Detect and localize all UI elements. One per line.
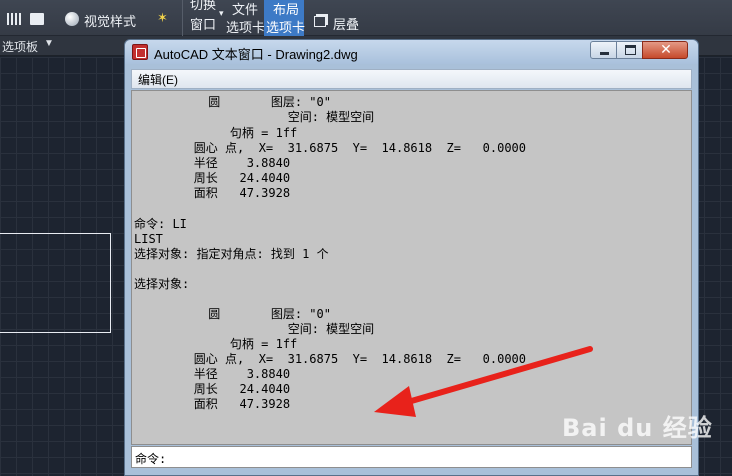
history-line: 半径 3.8840 [136,367,291,381]
visual-style-icon[interactable] [65,12,79,26]
window-title: AutoCAD 文本窗口 - Drawing2.dwg [154,47,358,62]
history-line: 空间: 模型空间 [136,110,375,124]
ribbon-file-tab[interactable]: 选项卡 [226,17,265,36]
ribbon-window[interactable]: 窗口 [190,14,216,33]
palette-label[interactable]: 选项板 [2,38,38,55]
ribbon-switch[interactable]: 切换 [190,0,216,13]
watermark-text: Bai du 经验 [562,414,713,442]
save-icon[interactable] [30,13,44,25]
cascade-icon[interactable] [314,16,326,27]
sparkle-icon[interactable]: ✶ [157,11,171,25]
history-line: 空间: 模型空间 [136,322,375,336]
menu-edit[interactable]: 编辑(E) [138,71,178,88]
baidu-watermark: Bai du 经验 jingyan.baidu.com [560,398,730,476]
ribbon-visual-style[interactable]: 视觉样式 [84,11,136,30]
history-line: 命令: LI [134,217,187,231]
close-icon: ✕ [660,42,672,58]
minimize-button[interactable] [590,41,617,59]
ribbon: 视觉样式 ✶ 切换 窗口 ▾ 文件 选项卡 布局 选项卡 层叠 [0,0,732,36]
history-line: 圆 图层: "0" [136,307,331,321]
minimize-icon [600,52,609,55]
close-button[interactable]: ✕ [642,41,688,59]
ribbon-layout: 布局 [273,2,300,17]
maximize-button[interactable] [616,41,643,59]
ribbon-separator [182,0,183,36]
command-prompt: 命令: [135,452,167,466]
history-line: 圆心 点, X= 31.6875 Y= 14.8618 Z= 0.0000 [136,352,527,366]
ribbon-layout-tab[interactable]: 布局 选项卡 [264,0,306,36]
title-bar[interactable]: AutoCAD 文本窗口 - Drawing2.dwg ✕ [125,40,698,64]
dropdown-arrow-icon: ▾ [219,8,224,18]
history-line: 周长 24.4040 [136,171,291,185]
watermark-url: jingyan.baidu.com [562,456,655,467]
history-line: 选择对象: 指定对角点: 找到 1 个 [134,247,329,261]
grid-icon[interactable] [7,13,21,25]
history-line: 圆心 点, X= 31.6875 Y= 14.8618 Z= 0.0000 [136,141,527,155]
ribbon-layout-sub: 选项卡 [266,20,306,35]
ribbon-file[interactable]: 文件 [232,0,258,18]
maximize-icon [625,45,636,55]
drawn-rectangle[interactable] [0,233,111,333]
menu-bar: 编辑(E) [131,69,692,89]
palette-dropdown-icon[interactable]: ▼ [44,38,54,49]
text-history[interactable]: 圆 图层: "0" 空间: 模型空间 句柄 = 1ff 圆心 点, X= 31.… [131,90,692,445]
history-line: LIST [134,232,163,246]
history-line: 面积 47.3928 [136,397,291,411]
history-line: 圆 图层: "0" [136,95,331,109]
history-line: 选择对象: [134,277,190,291]
history-line: 半径 3.8840 [136,156,291,170]
ribbon-cascade[interactable]: 层叠 [333,14,359,33]
history-line: 句柄 = 1ff [136,126,298,140]
autocad-app-icon [132,44,148,60]
history-line: 句柄 = 1ff [136,337,298,351]
history-line: 面积 47.3928 [136,186,291,200]
history-line: 周长 24.4040 [136,382,291,396]
